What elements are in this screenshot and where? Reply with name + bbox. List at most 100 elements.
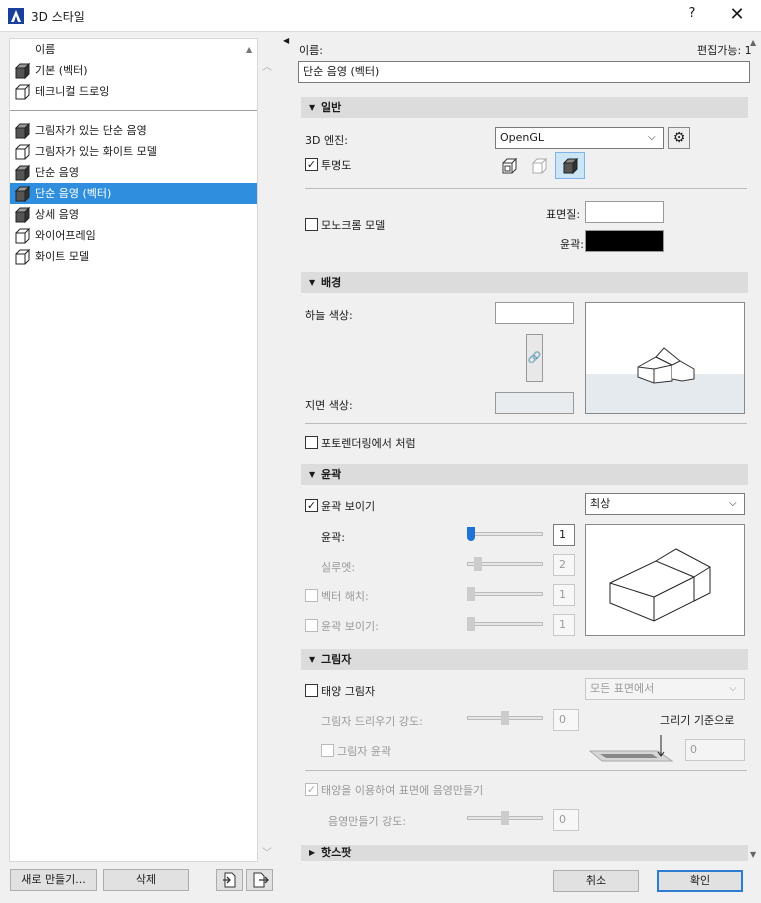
show-contours-2-slider[interactable] [467, 622, 543, 626]
list-divider [10, 110, 257, 111]
building-outline-icon [609, 548, 711, 622]
vector-hatch-label: 벡터 해치: [321, 590, 369, 603]
silhouette-label: 실루엣: [321, 561, 356, 574]
sort-up-icon[interactable]: ▲ [246, 39, 252, 60]
contour-slider-thumb[interactable] [467, 527, 475, 541]
help-button[interactable]: ? [680, 6, 704, 26]
import-button[interactable] [216, 869, 243, 891]
shadow-surface-select[interactable]: 모든 표면에서 ⌵ [585, 678, 745, 700]
engine-settings-button[interactable]: ⚙ [668, 127, 690, 149]
list-item[interactable]: 그림자가 있는 화이트 모델 [10, 141, 257, 162]
section-background[interactable]: ▼ 배경 [301, 272, 748, 293]
cancel-button[interactable]: 취소 [553, 870, 639, 892]
close-button[interactable]: ✕ [722, 4, 752, 28]
section-background-title: 배경 [321, 276, 342, 289]
contour-quality-value: 최상 [590, 497, 611, 510]
contour-value[interactable]: 1 [553, 524, 575, 546]
mode-wireframe-icon[interactable] [500, 157, 518, 175]
app-icon [8, 8, 24, 24]
surface-color-swatch[interactable] [585, 201, 664, 223]
shadow-level-input[interactable]: 0 [685, 739, 745, 761]
contour-quality-select[interactable]: 최상 ⌵ [585, 493, 745, 515]
shadow-intensity-value[interactable]: 0 [553, 709, 579, 731]
contour-color-label: 윤곽: [560, 238, 584, 251]
photo-render-label: 포토렌더링에서 처럼 [321, 437, 416, 450]
show-contours-2-value[interactable]: 1 [553, 614, 575, 636]
chevron-down-icon: ⌵ [729, 683, 737, 694]
section-general[interactable]: ▼ 일반 [301, 97, 748, 118]
section-shadows[interactable]: ▼ 그림자 [301, 649, 748, 670]
show-contours-checkbox[interactable]: ✓ [305, 499, 318, 512]
shading-intensity-slider-thumb[interactable] [501, 811, 509, 825]
contour-slider[interactable] [467, 532, 543, 536]
vector-hatch-checkbox[interactable] [305, 589, 318, 602]
list-scrollbar[interactable]: ︿ ﹀ [258, 38, 274, 862]
chain-link-icon: 🔗 [527, 351, 542, 364]
ok-button[interactable]: 확인 [657, 870, 743, 892]
show-contours-2-slider-thumb[interactable] [467, 617, 475, 631]
scroll-down-icon[interactable]: ▼ [750, 850, 756, 859]
style-icon [13, 122, 31, 140]
scroll-down-icon[interactable]: ﹀ [262, 844, 272, 859]
import-icon [222, 872, 235, 888]
section-hotspot[interactable]: ▶ 핫스팟 [301, 845, 748, 861]
background-preview [585, 302, 745, 414]
scroll-up-icon[interactable]: ︿ [262, 58, 272, 73]
list-item[interactable]: 화이트 모델 [10, 246, 257, 267]
chevron-down-icon: ⌵ [648, 132, 656, 143]
ground-color-swatch[interactable] [495, 392, 574, 414]
list-item[interactable]: 상세 음영 [10, 204, 257, 225]
style-icon [13, 248, 31, 266]
shading-intensity-value[interactable]: 0 [553, 809, 579, 831]
list-item[interactable]: 와이어프레임 [10, 225, 257, 246]
contour-color-swatch[interactable] [585, 230, 664, 252]
collapse-panel-icon[interactable]: ◀ [283, 36, 289, 45]
list-item-label: 단순 음영 (벡터) [35, 187, 112, 200]
style-icon [13, 83, 31, 101]
transparency-checkbox[interactable]: ✓ [305, 158, 318, 171]
new-button[interactable]: 새로 만들기... [10, 869, 97, 891]
style-list: 이름 ▲ 기본 (벡터) 테크니컬 드로잉 그림자가 있는 단순 음영 그림자가 있… [9, 38, 258, 862]
photo-render-checkbox[interactable] [305, 436, 318, 449]
silhouette-value[interactable]: 2 [553, 554, 575, 576]
settings-scrollbar[interactable]: ▲ ▼ [749, 38, 761, 862]
list-item[interactable]: 단순 음영 (벡터) [10, 183, 257, 204]
surface-label: 표면질: [546, 208, 581, 221]
link-colors-button[interactable]: 🔗 [526, 334, 543, 382]
vector-hatch-slider-thumb[interactable] [467, 587, 475, 601]
list-item[interactable]: 테크니컬 드로잉 [10, 81, 257, 102]
export-button[interactable] [246, 869, 273, 891]
sun-shading-checkbox[interactable]: ✓ [305, 783, 318, 796]
monochrome-checkbox[interactable] [305, 218, 318, 231]
section-contours-title: 윤곽 [321, 468, 342, 481]
list-item[interactable]: 단순 음영 [10, 162, 257, 183]
silhouette-slider-thumb[interactable] [474, 557, 482, 571]
shadow-level-icon [588, 735, 674, 762]
list-header[interactable]: 이름 ▲ [10, 39, 257, 60]
divider [305, 423, 747, 424]
collapse-triangle-icon: ▼ [309, 103, 316, 112]
name-label: 이름: [299, 44, 323, 57]
sky-color-swatch[interactable] [495, 302, 574, 324]
shadow-intensity-slider-thumb[interactable] [501, 711, 509, 725]
shadow-outline-checkbox[interactable] [321, 744, 334, 757]
list-item[interactable]: 기본 (벡터) [10, 60, 257, 81]
collapse-triangle-icon: ▼ [309, 470, 316, 479]
engine-label: 3D 엔진: [305, 134, 348, 147]
sun-shadow-checkbox[interactable] [305, 684, 318, 697]
expand-triangle-icon: ▶ [309, 848, 316, 857]
list-item[interactable]: 그림자가 있는 단순 음영 [10, 120, 257, 141]
mode-hidden-line-icon[interactable] [530, 157, 548, 175]
show-contours-label: 윤곽 보이기 [321, 500, 376, 513]
building-preview-icon [637, 347, 695, 384]
vector-hatch-value[interactable]: 1 [553, 584, 575, 606]
shadow-level-value: 0 [690, 743, 697, 756]
show-contours-2-checkbox[interactable] [305, 619, 318, 632]
section-contours[interactable]: ▼ 윤곽 [301, 464, 748, 485]
mode-shaded-button[interactable] [555, 152, 585, 179]
vector-hatch-slider[interactable] [467, 592, 543, 596]
scroll-up-icon[interactable]: ▲ [750, 38, 756, 47]
delete-button[interactable]: 삭제 [103, 869, 189, 891]
engine-select[interactable]: OpenGL ⌵ [495, 127, 664, 149]
name-input[interactable]: 단순 음영 (벡터) [298, 61, 750, 83]
